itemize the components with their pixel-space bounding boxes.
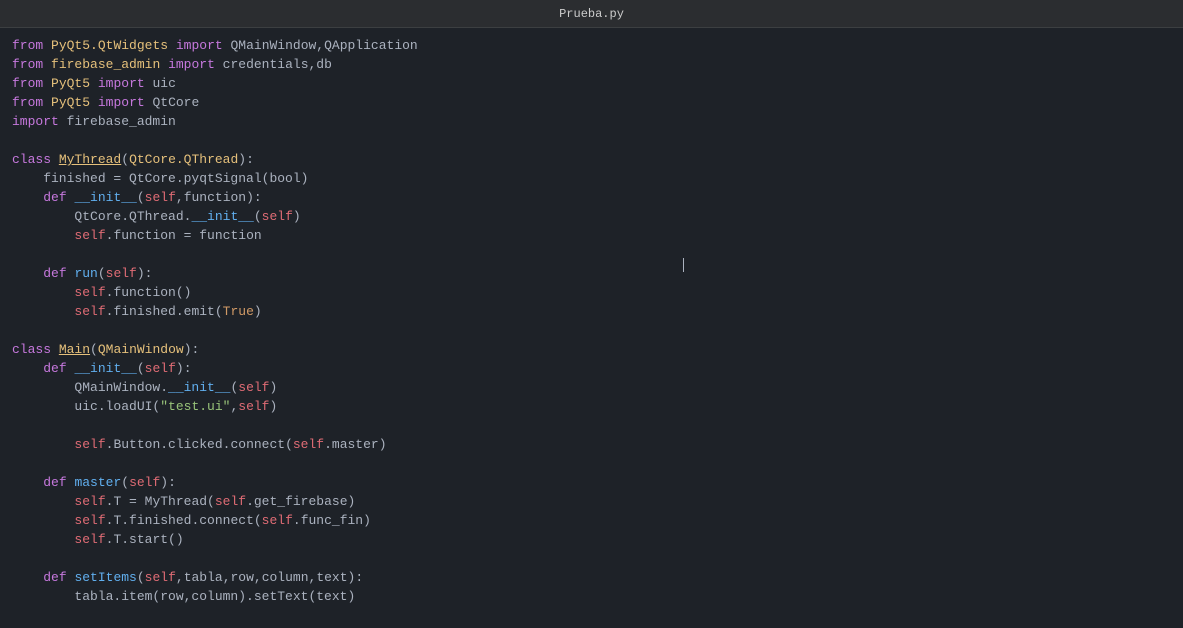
code-line: self.finished.emit(True) xyxy=(0,302,1183,321)
code-line: self.function() xyxy=(0,283,1183,302)
code-line: def __init__(self,function): xyxy=(0,188,1183,207)
code-line: from firebase_admin import credentials,d… xyxy=(0,55,1183,74)
text-cursor xyxy=(683,258,684,272)
code-line: from PyQt5.QtWidgets import QMainWindow,… xyxy=(0,36,1183,55)
code-line xyxy=(0,454,1183,473)
code-line xyxy=(0,321,1183,340)
code-line: from PyQt5 import uic xyxy=(0,74,1183,93)
code-line: QMainWindow.__init__(self) xyxy=(0,378,1183,397)
code-line: def run(self): xyxy=(0,264,1183,283)
code-line: tabla.item(row,column).setText(text) xyxy=(0,587,1183,606)
code-line: from PyQt5 import QtCore xyxy=(0,93,1183,112)
code-line: self.T = MyThread(self.get_firebase) xyxy=(0,492,1183,511)
code-line: self.function = function xyxy=(0,226,1183,245)
code-line: class Main(QMainWindow): xyxy=(0,340,1183,359)
code-line: def master(self): xyxy=(0,473,1183,492)
code-line: uic.loadUI("test.ui",self) xyxy=(0,397,1183,416)
code-line: self.T.finished.connect(self.func_fin) xyxy=(0,511,1183,530)
code-line: class MyThread(QtCore.QThread): xyxy=(0,150,1183,169)
code-line xyxy=(0,245,1183,264)
keyword-from: from xyxy=(12,36,43,55)
code-line: finished = QtCore.pyqtSignal(bool) xyxy=(0,169,1183,188)
code-line xyxy=(0,416,1183,435)
title-bar: Prueba.py xyxy=(0,0,1183,28)
code-line: QtCore.QThread.__init__(self) xyxy=(0,207,1183,226)
code-line xyxy=(0,549,1183,568)
code-line xyxy=(0,131,1183,150)
code-line: self.T.start() xyxy=(0,530,1183,549)
filename-label: Prueba.py xyxy=(559,7,624,21)
code-line: def __init__(self): xyxy=(0,359,1183,378)
code-line: self.Button.clicked.connect(self.master) xyxy=(0,435,1183,454)
editor-area[interactable]: from PyQt5.QtWidgets import QMainWindow,… xyxy=(0,28,1183,628)
code-line: import firebase_admin xyxy=(0,112,1183,131)
code-line: def setItems(self,tabla,row,column,text)… xyxy=(0,568,1183,587)
